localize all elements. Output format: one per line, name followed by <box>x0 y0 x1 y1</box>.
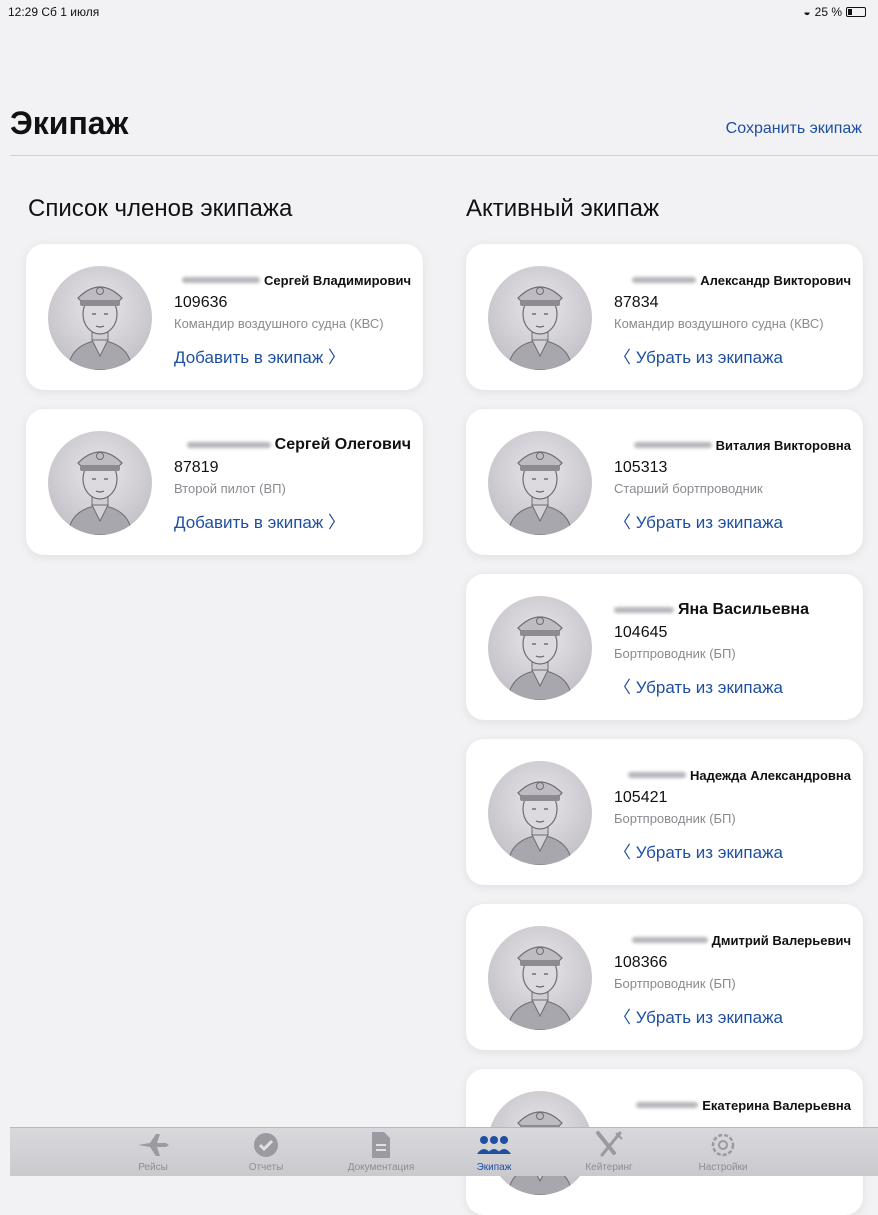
add-to-crew-button[interactable]: Добавить в экипаж 〉 <box>174 508 411 533</box>
remove-from-crew-button[interactable]: 〈 Убрать из экипажа <box>614 838 851 863</box>
save-crew-button[interactable]: Сохранить экипаж <box>726 120 862 138</box>
avatar <box>488 431 592 535</box>
active-crew-card: Яна Васильевна 104645 Бортпроводник (БП)… <box>466 574 863 720</box>
page-title: Экипаж <box>10 105 129 141</box>
tab-label: Документация <box>347 1162 415 1173</box>
checkmark-icon <box>216 1130 316 1160</box>
member-position: Старший бортпроводник <box>614 481 763 496</box>
member-name: Дмитрий Валерьевич <box>711 932 851 948</box>
member-name: Сергей Олегович <box>274 436 411 453</box>
tab-settings[interactable]: Настройки <box>673 1130 773 1173</box>
tab-number: 105313 <box>614 459 668 476</box>
tab-number: 87834 <box>614 294 659 311</box>
battery-percent: 25 % <box>814 5 842 19</box>
redacted-surname <box>628 772 687 778</box>
tab-label: Экипаж <box>476 1162 512 1173</box>
header-divider <box>10 155 878 156</box>
tab-documentation[interactable]: Документация <box>331 1130 431 1173</box>
member-name: Яна Васильевна <box>678 601 809 618</box>
tab-catering[interactable]: Кейтеринг <box>559 1130 659 1173</box>
crew-icon <box>444 1130 544 1160</box>
settings-icon <box>673 1130 773 1160</box>
remove-from-crew-button[interactable]: 〈 Убрать из экипажа <box>614 1003 851 1028</box>
avatar <box>488 596 592 700</box>
redacted-surname <box>631 937 708 943</box>
avatar <box>48 266 152 370</box>
crew-list-card: Сергей Олегович 87819 Второй пилот (ВП) … <box>26 409 423 555</box>
tab-reports[interactable]: Отчеты <box>216 1130 316 1173</box>
redacted-surname <box>632 277 697 283</box>
tab-number: 109636 <box>174 294 228 311</box>
tab-label: Рейсы <box>138 1162 168 1173</box>
catering-icon <box>559 1130 659 1160</box>
status-bar: 12:29 Сб 1 июля ◒ 25 % <box>0 0 878 22</box>
tab-number: 87819 <box>174 459 219 476</box>
document-icon <box>331 1130 431 1160</box>
remove-from-crew-button[interactable]: 〈 Убрать из экипажа <box>614 343 851 368</box>
member-name: Надежда Александровна <box>690 767 851 783</box>
member-position: Бортпроводник (БП) <box>614 646 736 661</box>
tab-label: Настройки <box>698 1162 748 1173</box>
tab-label: Отчеты <box>248 1162 284 1173</box>
avatar <box>48 431 152 535</box>
member-name: Сергей Владимирович <box>264 272 411 288</box>
wifi-icon: ◒ <box>803 5 811 19</box>
add-to-crew-button[interactable]: Добавить в экипаж 〉 <box>174 343 411 368</box>
active-crew-card: Надежда Александровна 105421 Бортпроводн… <box>466 739 863 885</box>
remove-from-crew-button[interactable]: 〈 Убрать из экипажа <box>614 673 851 698</box>
status-time: 12:29 Сб 1 июля <box>8 5 100 19</box>
member-position: Бортпроводник (БП) <box>614 811 736 826</box>
crew-list-title: Список членов экипажа <box>28 195 293 222</box>
tab-flights[interactable]: Рейсы <box>103 1130 203 1173</box>
active-crew-title: Активный экипаж <box>466 195 660 222</box>
redacted-surname <box>182 277 261 283</box>
member-name: Екатерина Валерьевна <box>702 1097 851 1113</box>
member-position: Второй пилот (ВП) <box>174 481 286 496</box>
status-indicators: ◒ 25 % <box>803 5 866 19</box>
redacted-surname <box>614 607 674 613</box>
crew-list-card: Сергей Владимирович 109636 Командир возд… <box>26 244 423 390</box>
member-name: Александр Викторович <box>700 272 851 288</box>
member-position: Бортпроводник (БП) <box>614 976 736 991</box>
tab-crew[interactable]: Экипаж <box>444 1130 544 1173</box>
airplane-icon <box>103 1130 203 1160</box>
battery-icon <box>846 7 866 17</box>
tab-number: 108366 <box>614 954 668 971</box>
tab-number: 105421 <box>614 789 668 806</box>
redacted-surname <box>633 442 712 448</box>
member-name: Виталия Викторовна <box>715 437 851 453</box>
active-crew-card: Дмитрий Валерьевич 108366 Бортпроводник … <box>466 904 863 1050</box>
avatar <box>488 266 592 370</box>
member-position: Командир воздушного судна (КВС) <box>614 316 824 331</box>
active-crew-card: Александр Викторович 87834 Командир возд… <box>466 244 863 390</box>
redacted-surname <box>186 442 271 448</box>
member-position: Командир воздушного судна (КВС) <box>174 316 384 331</box>
tab-bar: Рейсы Отчеты Документация Экипаж Кейтери… <box>10 1127 878 1176</box>
remove-from-crew-button[interactable]: 〈 Убрать из экипажа <box>614 508 851 533</box>
tab-label: Кейтеринг <box>585 1162 633 1173</box>
tab-number: 104645 <box>614 624 668 641</box>
avatar <box>488 761 592 865</box>
avatar <box>488 926 592 1030</box>
active-crew-card: Виталия Викторовна 105313 Старший бортпр… <box>466 409 863 555</box>
redacted-surname <box>636 1102 699 1108</box>
